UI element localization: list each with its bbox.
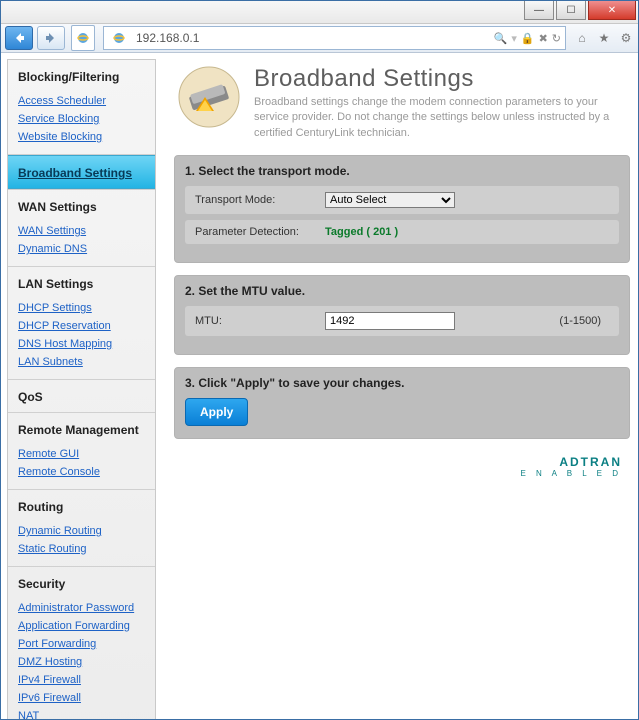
sidebar-link-dmz-hosting[interactable]: DMZ Hosting <box>8 653 155 671</box>
step2-heading: 2. Set the MTU value. <box>185 284 619 298</box>
browser-tab[interactable] <box>71 25 95 51</box>
page-content: Blocking/FilteringAccess SchedulerServic… <box>1 53 638 719</box>
sidebar-link-website-blocking[interactable]: Website Blocking <box>8 128 155 146</box>
sidebar-link-static-routing[interactable]: Static Routing <box>8 540 155 558</box>
sidebar-link-dns-host-mapping[interactable]: DNS Host Mapping <box>8 335 155 353</box>
sidebar-link-lan-subnets[interactable]: LAN Subnets <box>8 353 155 371</box>
sidebar-link-remote-gui[interactable]: Remote GUI <box>8 445 155 463</box>
sidebar-link-administrator-password[interactable]: Administrator Password <box>8 599 155 617</box>
sidebar-link-ipv4-firewall[interactable]: IPv4 Firewall <box>8 671 155 689</box>
url-input[interactable] <box>134 30 490 46</box>
search-icon[interactable]: 🔍 <box>494 32 508 45</box>
browser-toolbar: 🔍 ▾ 🔒 ✖ ↻ ⌂ ★ ⚙ <box>1 24 638 53</box>
sidebar: Blocking/FilteringAccess SchedulerServic… <box>7 59 156 719</box>
back-button[interactable] <box>5 26 33 50</box>
stop-icon[interactable]: ✖ <box>539 32 548 45</box>
parameter-detection-value: Tagged ( 201 ) <box>325 226 398 238</box>
browser-window: — ☐ ✕ 🔍 ▾ 🔒 ✖ ↻ <box>0 0 639 720</box>
sidebar-section-remote-management[interactable]: Remote Management <box>8 413 155 445</box>
sidebar-link-dynamic-dns[interactable]: Dynamic DNS <box>8 240 155 258</box>
toolbar-right: ⌂ ★ ⚙ <box>574 30 634 46</box>
panel-transport-mode: 1. Select the transport mode. Transport … <box>174 155 630 263</box>
sidebar-section-broadband-settings[interactable]: Broadband Settings <box>8 155 155 189</box>
arrow-left-icon <box>12 31 26 45</box>
ie-page-icon <box>75 30 91 46</box>
gear-icon[interactable]: ⚙ <box>618 30 634 46</box>
label-parameter-detection: Parameter Detection: <box>195 226 325 238</box>
sidebar-link-service-blocking[interactable]: Service Blocking <box>8 110 155 128</box>
page-header: Broadband Settings Broadband settings ch… <box>174 59 630 155</box>
sidebar-link-dhcp-settings[interactable]: DHCP Settings <box>8 299 155 317</box>
modem-icon <box>174 65 244 129</box>
home-icon[interactable]: ⌂ <box>574 30 590 46</box>
sidebar-section-security[interactable]: Security <box>8 567 155 599</box>
page-subtitle: Broadband settings change the modem conn… <box>254 95 622 141</box>
main-column: Broadband Settings Broadband settings ch… <box>174 59 630 719</box>
label-transport-mode: Transport Mode: <box>195 194 325 206</box>
step1-heading: 1. Select the transport mode. <box>185 164 619 178</box>
brand-adtran: ADTRAN E N A B L E D <box>174 451 630 484</box>
window-titlebar: — ☐ ✕ <box>1 1 638 24</box>
forward-button[interactable] <box>37 26 65 50</box>
sidebar-link-access-scheduler[interactable]: Access Scheduler <box>8 92 155 110</box>
sidebar-section-wan-settings[interactable]: WAN Settings <box>8 190 155 222</box>
sidebar-link-wan-settings[interactable]: WAN Settings <box>8 222 155 240</box>
lock-icon: 🔒 <box>521 32 535 45</box>
sidebar-section-routing[interactable]: Routing <box>8 490 155 522</box>
minimize-button[interactable]: — <box>524 1 554 20</box>
refresh-icon[interactable]: ↻ <box>552 32 561 45</box>
page-title: Broadband Settings <box>254 65 622 93</box>
mtu-input[interactable] <box>325 312 455 330</box>
favorites-icon[interactable]: ★ <box>596 30 612 46</box>
sidebar-section-lan-settings[interactable]: LAN Settings <box>8 267 155 299</box>
mtu-range: (1-1500) <box>559 315 609 327</box>
sidebar-section-blocking-filtering[interactable]: Blocking/Filtering <box>8 60 155 92</box>
label-mtu: MTU: <box>195 315 325 327</box>
transport-mode-select[interactable]: Auto Select <box>325 192 455 208</box>
address-bar-controls: 🔍 ▾ 🔒 ✖ ↻ <box>494 32 561 45</box>
sidebar-link-dhcp-reservation[interactable]: DHCP Reservation <box>8 317 155 335</box>
maximize-button[interactable]: ☐ <box>556 1 586 20</box>
sidebar-link-application-forwarding[interactable]: Application Forwarding <box>8 617 155 635</box>
sidebar-link-ipv6-firewall[interactable]: IPv6 Firewall <box>8 689 155 707</box>
sidebar-link-dynamic-routing[interactable]: Dynamic Routing <box>8 522 155 540</box>
arrow-right-icon <box>44 31 58 45</box>
sidebar-link-nat[interactable]: NAT <box>8 707 155 719</box>
apply-button[interactable]: Apply <box>185 398 248 426</box>
sidebar-section-qos[interactable]: QoS <box>8 380 155 412</box>
sidebar-link-port-forwarding[interactable]: Port Forwarding <box>8 635 155 653</box>
ie-page-icon <box>111 30 127 46</box>
sidebar-link-remote-console[interactable]: Remote Console <box>8 463 155 481</box>
close-button[interactable]: ✕ <box>588 1 636 20</box>
step3-heading: 3. Click "Apply" to save your changes. <box>185 376 619 390</box>
address-bar[interactable]: 🔍 ▾ 🔒 ✖ ↻ <box>103 26 566 50</box>
panel-mtu: 2. Set the MTU value. MTU: (1-1500) <box>174 275 630 355</box>
panel-apply: 3. Click "Apply" to save your changes. A… <box>174 367 630 439</box>
